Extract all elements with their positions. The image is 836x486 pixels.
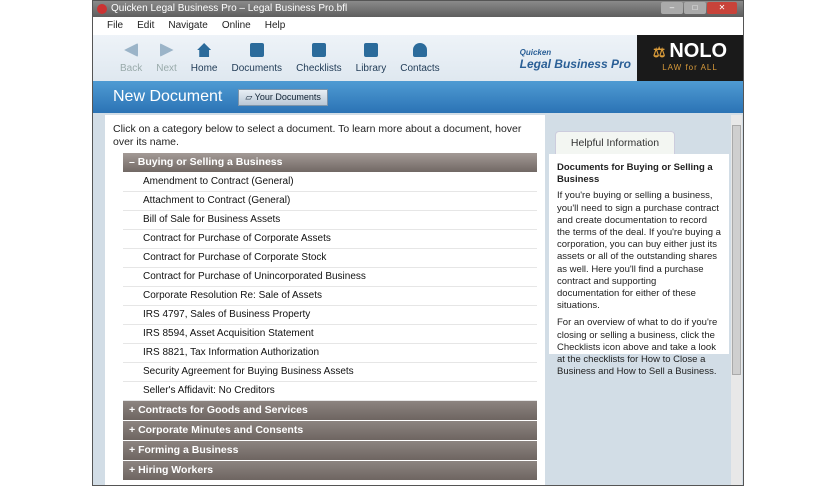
app-icon: [97, 4, 107, 14]
document-list-panel: Click on a category below to select a do…: [105, 115, 545, 485]
menu-edit[interactable]: Edit: [137, 17, 154, 35]
back-button[interactable]: Back: [113, 35, 149, 81]
menu-navigate[interactable]: Navigate: [168, 17, 207, 35]
help-panel: Helpful Information Documents for Buying…: [549, 115, 729, 485]
checklists-button[interactable]: Checklists: [289, 35, 349, 81]
document-item[interactable]: Seller's Affidavit: No Creditors: [123, 382, 537, 401]
menu-bar: File Edit Navigate Online Help: [93, 17, 743, 35]
toolbar: Back Next Home Documents Checklists Libr…: [93, 35, 743, 81]
document-item[interactable]: Contract for Purchase of Corporate Asset…: [123, 230, 537, 249]
product-logo: Quicken Legal Business Pro: [519, 48, 631, 71]
scrollbar-thumb[interactable]: [732, 125, 741, 375]
nolo-logo: ⚖ NOLO LAW for ALL: [637, 35, 743, 81]
document-item[interactable]: Bill of Sale for Business Assets: [123, 211, 537, 230]
scales-icon: ⚖: [652, 44, 670, 60]
document-item[interactable]: Contract for Purchase of Corporate Stock: [123, 249, 537, 268]
window-title: Quicken Legal Business Pro – Legal Busin…: [111, 3, 348, 14]
document-item[interactable]: Attachment to Contract (General): [123, 192, 537, 211]
minimize-button[interactable]: –: [661, 2, 683, 14]
library-button[interactable]: Library: [349, 35, 394, 81]
help-paragraph: If you're buying or selling a business, …: [557, 190, 721, 312]
document-item[interactable]: IRS 4797, Sales of Business Property: [123, 306, 537, 325]
page-header: New Document ▱ Your Documents: [93, 81, 743, 113]
next-button[interactable]: Next: [149, 35, 184, 81]
close-button[interactable]: ✕: [707, 2, 737, 14]
menu-file[interactable]: File: [107, 17, 123, 35]
intro-text: Click on a category below to select a do…: [113, 123, 522, 148]
home-button[interactable]: Home: [184, 35, 225, 81]
help-paragraph: For an overview of what to do if you're …: [557, 317, 718, 378]
checklist-icon: [311, 43, 326, 57]
document-item[interactable]: IRS 8594, Asset Acquisition Statement: [123, 325, 537, 344]
book-icon: [363, 43, 378, 57]
category-buying-selling[interactable]: – Buying or Selling a Business: [123, 153, 537, 173]
document-item[interactable]: Amendment to Contract (General): [123, 173, 537, 192]
app-window: Quicken Legal Business Pro – Legal Busin…: [92, 0, 744, 486]
title-bar: Quicken Legal Business Pro – Legal Busin…: [93, 1, 743, 17]
back-arrow-icon: [124, 43, 139, 57]
next-arrow-icon: [159, 43, 174, 57]
menu-online[interactable]: Online: [222, 17, 251, 35]
documents-button[interactable]: Documents: [224, 35, 289, 81]
document-item[interactable]: IRS 8821, Tax Information Authorization: [123, 344, 537, 363]
scrollbar[interactable]: [731, 115, 742, 485]
content-area: Click on a category below to select a do…: [93, 113, 743, 485]
contacts-button[interactable]: Contacts: [393, 35, 446, 81]
category-header[interactable]: + Contracts for Goods and Services: [123, 401, 537, 421]
document-item[interactable]: Security Agreement for Buying Business A…: [123, 363, 537, 382]
menu-help[interactable]: Help: [265, 17, 286, 35]
maximize-button[interactable]: □: [684, 2, 706, 14]
category-header[interactable]: + Forming a Business: [123, 441, 537, 461]
your-documents-button[interactable]: ▱ Your Documents: [238, 88, 328, 106]
document-item[interactable]: Contract for Purchase of Unincorporated …: [123, 268, 537, 287]
category-header[interactable]: + Corporate Minutes and Consents: [123, 421, 537, 441]
person-icon: [412, 43, 427, 57]
help-heading: Documents for Buying or Selling a Busine…: [557, 162, 713, 186]
home-icon: [197, 43, 212, 57]
page-title: New Document: [113, 88, 223, 105]
documents-icon: [249, 43, 264, 57]
tab-helpful-information[interactable]: Helpful Information: [555, 131, 675, 154]
category-header[interactable]: + Hiring Workers: [123, 461, 537, 481]
document-item[interactable]: Corporate Resolution Re: Sale of Assets: [123, 287, 537, 306]
